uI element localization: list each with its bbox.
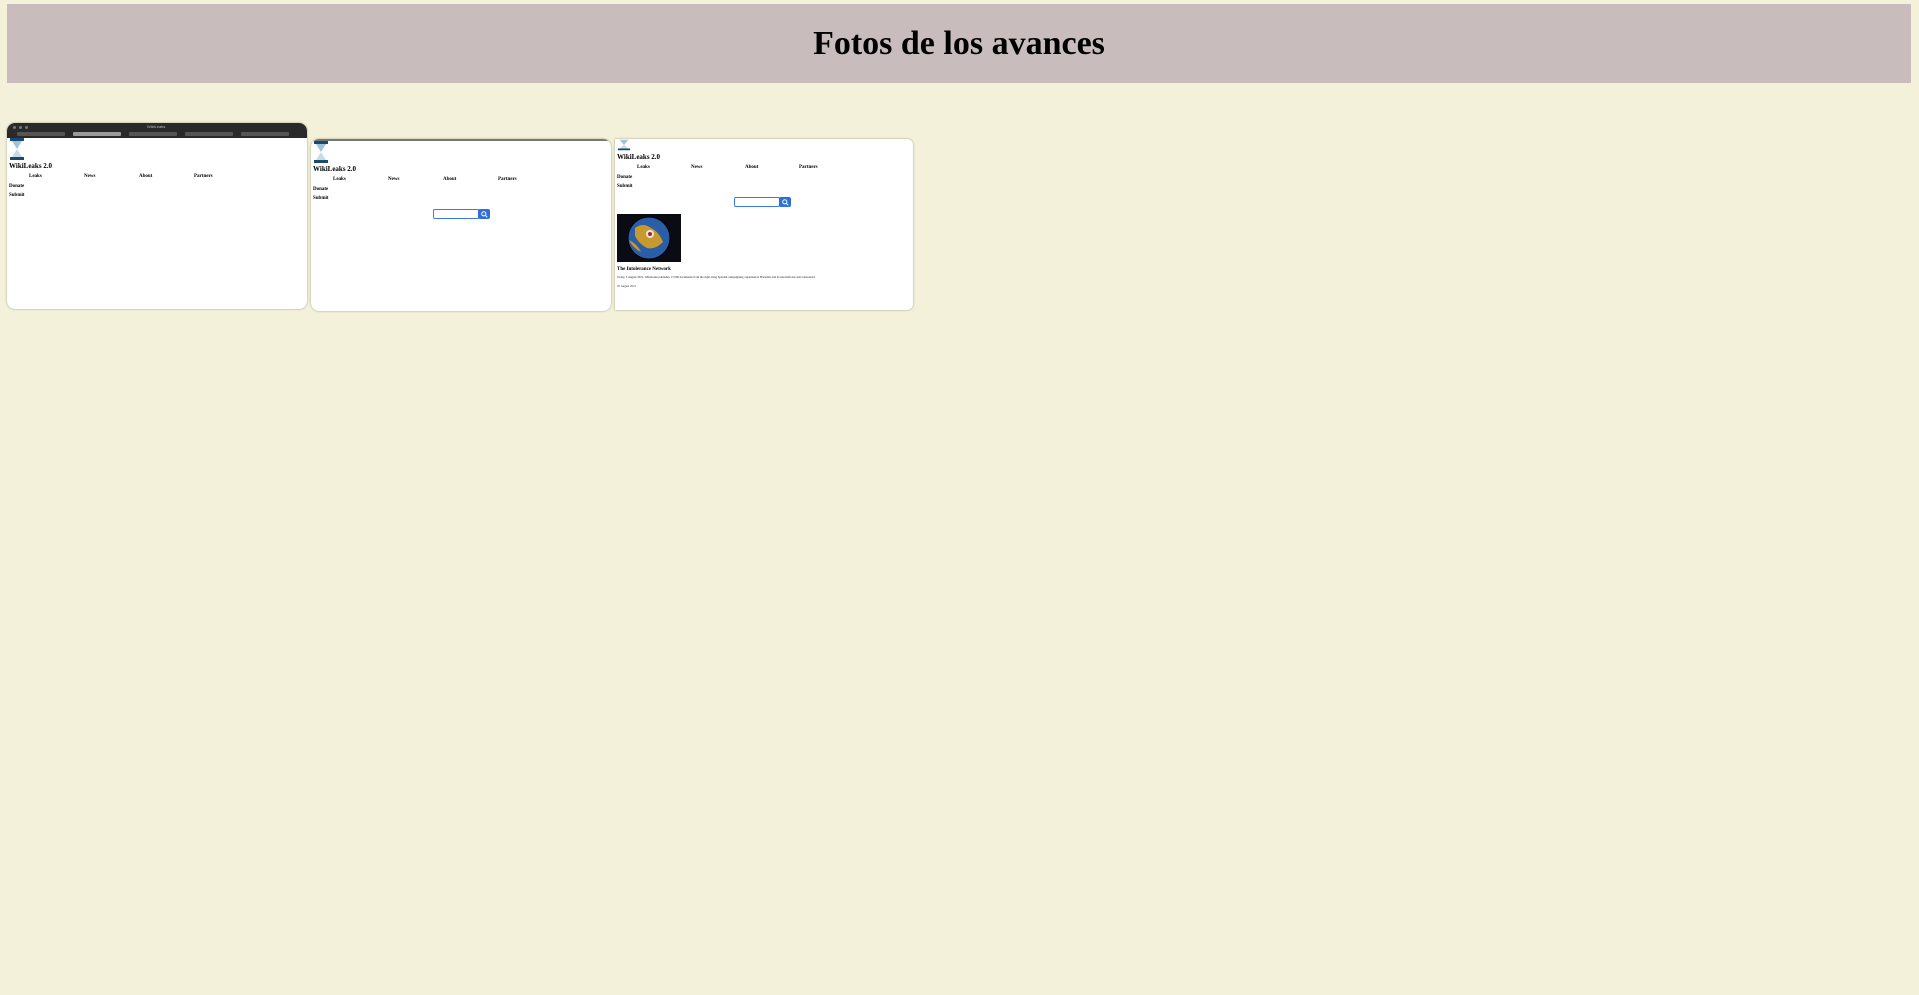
site-preview: WikiLeaks 2.0 Leaks News About Partners … xyxy=(311,141,611,219)
hourglass-icon xyxy=(10,138,24,160)
page-title: Fotos de los avances xyxy=(813,24,1105,62)
article-text: Today, 5 August 2021, WikiLeaks publishe… xyxy=(617,275,816,279)
side-link: Submit xyxy=(617,184,633,189)
side-link: Submit xyxy=(9,193,25,198)
search-bar xyxy=(734,197,913,207)
search-button xyxy=(478,209,490,219)
nav-item: News xyxy=(388,177,400,182)
screenshot-2[interactable]: WikiLeaks 2.0 Leaks News About Partners … xyxy=(311,139,611,311)
article-date: 05 August 2021 xyxy=(617,284,637,288)
site-title: WikiLeaks 2.0 xyxy=(313,165,357,173)
nav-item: About xyxy=(139,174,153,179)
side-link: Donate xyxy=(9,184,25,189)
search-icon xyxy=(781,198,789,206)
nav-item: About xyxy=(745,165,759,170)
search-icon xyxy=(480,210,488,218)
hourglass-icon xyxy=(617,139,631,151)
nav-item: Partners xyxy=(799,165,818,170)
nav-item: Leaks xyxy=(333,177,346,182)
side-link: Donate xyxy=(617,175,633,180)
search-button xyxy=(779,197,791,207)
search-bar xyxy=(433,209,611,219)
article-title: The Intolerance Network xyxy=(617,267,671,272)
window-title: WikiLeaks xyxy=(147,124,166,129)
site-nav: Leaks News About Partners xyxy=(9,174,307,179)
nav-item: News xyxy=(691,165,703,170)
nav-item: News xyxy=(84,174,96,179)
site-nav: Leaks News About Partners xyxy=(313,177,611,182)
nav-item: About xyxy=(443,177,457,182)
search-input xyxy=(734,197,780,207)
page-header: Fotos de los avances xyxy=(7,4,1911,83)
site-title: WikiLeaks 2.0 xyxy=(9,162,53,170)
browser-chrome: WikiLeaks xyxy=(7,123,307,138)
site-nav: Leaks News About Partners xyxy=(617,165,913,170)
site-preview: WikiLeaks 2.0 Leaks News About Partners … xyxy=(7,138,307,198)
nav-item: Partners xyxy=(194,174,213,179)
nav-item: Partners xyxy=(498,177,517,182)
site-preview: WikiLeaks 2.0 Leaks News About Partners … xyxy=(615,139,913,288)
globe-icon xyxy=(617,214,681,262)
browser-tabs xyxy=(17,132,289,136)
screenshot-1[interactable]: WikiLeaks WikiLeaks 2.0 Leaks News About… xyxy=(7,123,307,309)
window-controls xyxy=(13,126,28,129)
side-link: Submit xyxy=(313,196,329,201)
site-title: WikiLeaks 2.0 xyxy=(617,153,661,161)
side-link: Donate xyxy=(313,187,329,192)
article-image xyxy=(617,214,681,262)
search-input xyxy=(433,209,479,219)
screenshot-3[interactable]: WikiLeaks 2.0 Leaks News About Partners … xyxy=(615,139,913,310)
nav-item: Leaks xyxy=(29,174,42,179)
nav-item: Leaks xyxy=(637,165,650,170)
hourglass-icon xyxy=(314,141,328,163)
